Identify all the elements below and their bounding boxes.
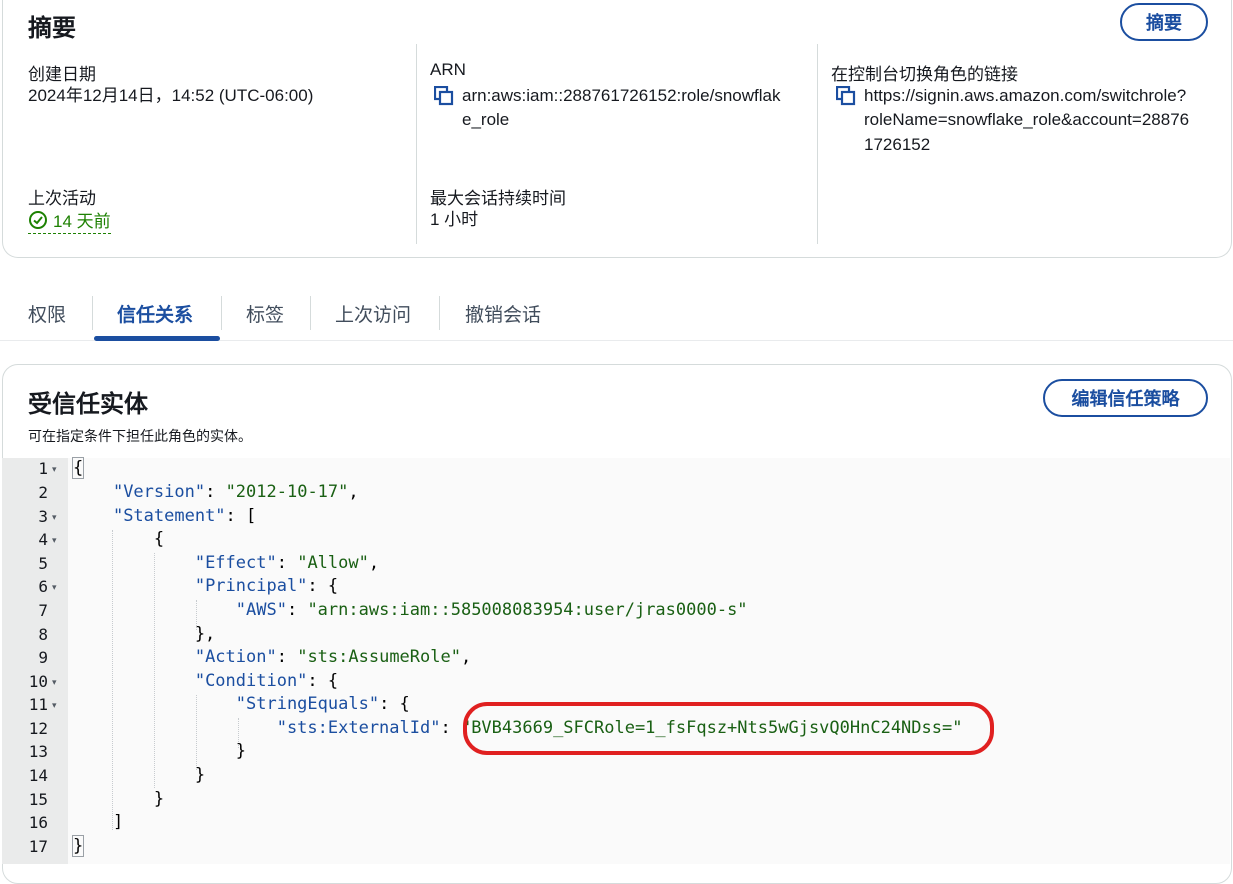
json-string: "Allow"	[297, 553, 369, 573]
json-key: "StringEquals"	[235, 694, 380, 714]
column-divider	[416, 44, 417, 244]
switch-role-link-line1[interactable]: https://signin.aws.amazon.com/switchrole…	[864, 83, 1186, 108]
json-key: "Version"	[112, 482, 206, 502]
tab-tags[interactable]: 标签	[246, 300, 284, 327]
fold-toggle-icon[interactable]: ▾	[52, 582, 57, 593]
code-line-13: }	[72, 741, 246, 761]
copy-icon[interactable]	[434, 86, 454, 106]
code-line-1: {	[72, 457, 85, 479]
code-line-2: "Version": "2012-10-17",	[112, 482, 359, 502]
fold-toggle-icon[interactable]: ▾	[52, 535, 57, 546]
tab-trust-relationships[interactable]: 信任关系	[117, 300, 193, 327]
column-divider	[817, 44, 818, 244]
copy-icon[interactable]	[836, 86, 856, 106]
switch-role-link-line3[interactable]: 1726152	[864, 132, 930, 157]
code-line-11: "StringEquals": {	[235, 694, 410, 714]
json-key: "sts:ExternalId"	[276, 718, 441, 738]
json-key: "AWS"	[235, 600, 287, 620]
arn-value-line2: e_role	[462, 110, 510, 129]
json-key: "Effect"	[194, 553, 277, 573]
line-number: 3	[38, 507, 48, 526]
highlight-annotation	[463, 702, 994, 755]
line-number: 6	[38, 577, 48, 596]
code-line-10: "Condition": {	[194, 671, 339, 691]
line-number: 17	[28, 837, 48, 856]
code-line-14: }	[72, 765, 206, 785]
line-number: 8	[38, 625, 48, 644]
tab-last-accessed[interactable]: 上次访问	[335, 300, 411, 327]
switch-role-link-line2[interactable]: roleName=snowflake_role&account=28876	[864, 107, 1189, 132]
edit-trust-policy-button[interactable]: 编辑信任策略	[1043, 379, 1208, 417]
switch-role-label: 在控制台切换角色的链接	[831, 65, 1018, 84]
code-line-7: "AWS": "arn:aws:iam::585008083954:user/j…	[235, 600, 748, 620]
json-key: "Principal"	[194, 576, 308, 596]
line-number: 13	[28, 742, 48, 761]
fold-toggle-icon[interactable]: ▾	[52, 700, 57, 711]
active-tab-indicator	[94, 336, 220, 341]
tab-permissions[interactable]: 权限	[28, 300, 66, 327]
line-number: 15	[28, 790, 48, 809]
summary-button[interactable]: 摘要	[1120, 3, 1208, 41]
line-number: 2	[38, 483, 48, 502]
created-date-value: 2024年12月14日，14:52 (UTC-06:00)	[28, 86, 314, 105]
code-line-8: },	[72, 624, 216, 644]
code-line-6: "Principal": {	[194, 576, 339, 596]
code-line-16: ]	[72, 812, 124, 832]
trusted-entities-title: 受信任实体	[28, 391, 148, 418]
line-number: 5	[38, 554, 48, 573]
tab-revoke-sessions[interactable]: 撤销会话	[465, 300, 541, 327]
fold-toggle-icon[interactable]: ▾	[52, 464, 57, 475]
code-line-9: "Action": "sts:AssumeRole",	[194, 647, 472, 667]
tab-separator	[221, 296, 222, 330]
line-number: 1	[38, 459, 48, 478]
line-number: 10	[28, 672, 48, 691]
max-session-value: 1 小时	[430, 210, 479, 229]
code-line-3: "Statement": [	[112, 506, 257, 526]
json-key: "Statement"	[112, 506, 226, 526]
fold-toggle-icon[interactable]: ▾	[52, 677, 57, 688]
code-line-5: "Effect": "Allow",	[194, 553, 380, 573]
last-activity-status[interactable]: 14 天前	[28, 207, 111, 234]
line-number: 9	[38, 648, 48, 667]
line-number: 12	[28, 719, 48, 738]
line-number: 4	[38, 530, 48, 549]
json-key: "Condition"	[194, 671, 308, 691]
tab-separator	[310, 296, 311, 330]
json-string: "2012-10-17"	[225, 482, 349, 502]
line-number: 16	[28, 813, 48, 832]
code-line-4: {	[72, 529, 165, 549]
created-date-label: 创建日期	[28, 65, 96, 84]
tab-separator	[439, 296, 440, 330]
last-activity-value: 14 天前	[53, 212, 111, 231]
code-line-17: }	[72, 835, 85, 857]
arn-label: ARN	[430, 60, 466, 79]
fold-toggle-icon[interactable]: ▾	[52, 512, 57, 523]
json-key: "Action"	[194, 647, 277, 667]
check-circle-icon	[29, 210, 47, 229]
summary-title: 摘要	[28, 15, 76, 42]
max-session-label: 最大会话持续时间	[430, 189, 566, 208]
last-activity-label: 上次活动	[28, 189, 96, 208]
line-number: 11	[28, 695, 48, 714]
json-string: "sts:AssumeRole"	[297, 647, 461, 667]
json-string: "arn:aws:iam::585008083954:user/jras0000…	[307, 600, 748, 620]
line-number: 7	[38, 601, 48, 620]
tab-separator	[92, 296, 93, 330]
arn-value-line1: arn:aws:iam::288761726152:role/snowflak	[462, 86, 781, 105]
code-line-15: }	[72, 789, 165, 809]
trusted-entities-description: 可在指定条件下担任此角色的实体。	[28, 428, 252, 444]
line-number: 14	[28, 766, 48, 785]
